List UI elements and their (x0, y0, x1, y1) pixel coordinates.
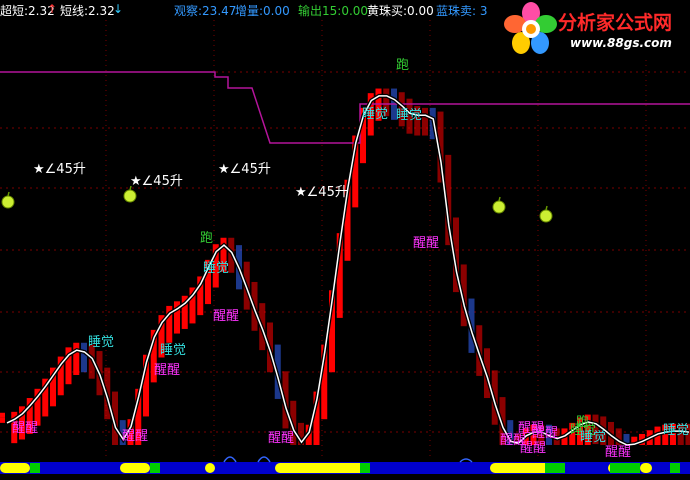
apple-stem (498, 196, 501, 202)
bottom-band-yellow (205, 463, 215, 473)
bottom-band-green (150, 463, 160, 473)
annotation-label: 跑 (576, 415, 589, 430)
header-item-2: 短线:2.32 (60, 4, 115, 18)
bottom-band-yellow (640, 463, 652, 473)
bottom-band-green (360, 463, 370, 473)
bottom-band-yellow (490, 463, 550, 473)
logo-name: 分析家公式网 (558, 12, 673, 34)
bottom-band-green (670, 463, 680, 473)
bottom-band-yellow (120, 463, 150, 473)
annotation-label: 醒醒 (605, 445, 631, 460)
annotation-label: 醒醒 (413, 236, 439, 251)
bottom-bump (459, 458, 473, 463)
bottom-band-yellow (0, 463, 30, 473)
apple-icon (492, 200, 506, 214)
annotation-label: 醒醒 (520, 441, 546, 456)
apple-icon (539, 209, 553, 223)
annotation-label: 睡觉 (203, 261, 229, 276)
apple-icon (123, 189, 137, 203)
apple-stem (545, 205, 548, 211)
annotation-label: 睡觉 (663, 423, 689, 438)
indicator-chart: 醒醒睡觉醒醒睡觉醒醒醒醒跑睡觉醒醒醒醒★∠45升★∠45升★∠45升★∠45升跑… (0, 20, 690, 474)
annotation-label: 睡觉 (160, 343, 186, 358)
flower-logo-icon (504, 2, 557, 54)
annotation-label: ★∠45升 (218, 162, 271, 177)
indicator-bar (422, 107, 428, 136)
annotation-label: 醒醒 (154, 363, 180, 378)
annotation-label: 睡觉 (362, 107, 388, 122)
indicator-bar (73, 342, 80, 375)
bottom-band-green (545, 463, 565, 473)
annotation-label: 睡觉 (88, 335, 114, 350)
series-line-purple (0, 71, 690, 144)
bottom-band-green (30, 463, 40, 473)
indicator-bar (81, 342, 87, 373)
header-item-5: 输出15:0.00 (298, 4, 369, 18)
header-down-arrow: ↓ (113, 2, 124, 16)
annotation-label: ★∠45升 (130, 174, 183, 189)
indicator-bar (0, 417, 5, 423)
site-logo: 分析家公式网 www.88gs.com (500, 0, 690, 58)
annotation-label: 睡觉 (396, 108, 422, 123)
annotation-label: 醒醒 (122, 429, 148, 444)
indicator-bar (0, 412, 5, 418)
annotation-label: 睡觉 (580, 430, 606, 445)
apple-stem (7, 191, 10, 197)
annotation-label: 醒醒 (268, 431, 294, 446)
annotation-label: 跑 (200, 231, 213, 246)
header-up-arrow: ↑ (47, 2, 58, 16)
annotation-label: 醒醒 (532, 426, 558, 441)
chart-window: 醒醒 睡觉 醒醒 睡觉 醒醒 醒醒跑睡觉 醒醒 醒醒 ★∠45升 ★∠45升 ★∠45升 ★∠45升跑… (0, 0, 690, 480)
bottom-band-green (610, 463, 640, 473)
bottom-bump (223, 456, 237, 463)
header-item-4: 增量:0.00 (235, 4, 290, 18)
annotation-label: 跑 (396, 58, 409, 73)
bottom-bump (257, 456, 271, 463)
header-item-6: 黄珠买:0.00 (367, 4, 434, 18)
annotation-label: ★∠45升 (295, 185, 348, 200)
annotation-label: 醒醒 (12, 421, 38, 436)
annotation-label: ★∠45升 (33, 162, 86, 177)
header-item-7: 蓝珠卖: 3 (436, 4, 488, 18)
header-item-3: 观察:23.47 (174, 4, 237, 18)
annotation-label: 醒醒 (213, 309, 239, 324)
apple-icon (1, 195, 15, 209)
logo-url: www.88gs.com (570, 36, 672, 50)
